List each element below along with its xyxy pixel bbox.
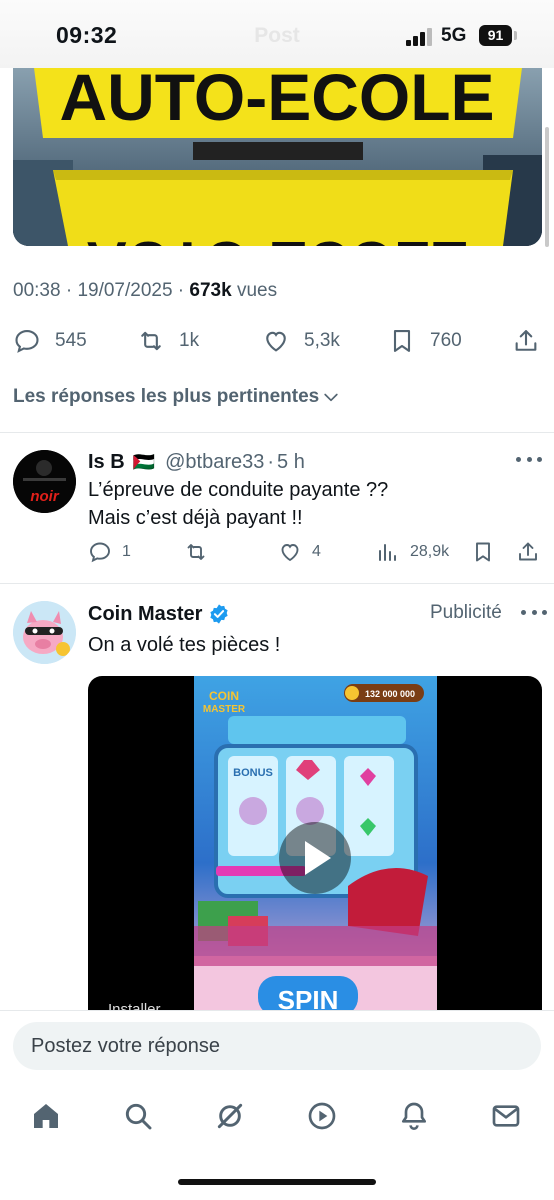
share-icon [515, 330, 537, 351]
battery-tip [514, 31, 517, 40]
repost-count: 1k [179, 330, 200, 351]
reply-header: Is B 🇵🇸 @btbare33 · 5 h [88, 450, 305, 474]
ad-label: Publicité [430, 602, 502, 623]
home-indicator[interactable] [178, 1179, 376, 1185]
views-count: 673k [189, 280, 232, 301]
coin-counter: 132 000 000 [344, 684, 424, 702]
pig-mascot-icon [13, 601, 76, 664]
post-actions: 545 1k 5,3k 760 [0, 322, 554, 360]
reply-views-count: 28,9k [410, 543, 450, 560]
bottom-navigation [0, 1090, 554, 1150]
tab-grok[interactable] [200, 1090, 260, 1142]
sort-label: Les réponses les plus pertinentes [13, 386, 320, 407]
avatar-text: noir [30, 488, 59, 505]
network-type: 5G [441, 25, 467, 46]
reply-actions: 1 4 28,9k [88, 538, 543, 566]
bookmark-count: 760 [430, 330, 462, 351]
svg-text:MASTER: MASTER [203, 704, 246, 715]
tab-home[interactable] [16, 1090, 76, 1142]
ad-header: Coin Master [88, 601, 230, 627]
svg-text:COIN: COIN [209, 689, 239, 703]
like-count: 5,3k [304, 330, 340, 351]
reply-text-line1: L’épreuve de conduite payante ?? [88, 479, 389, 501]
driving-school-sign-image: AUTO-ECOLE AUTO-ECOLE [13, 60, 542, 246]
ad-text: On a volé tes pièces ! [88, 634, 281, 656]
repost-button[interactable]: 1k [137, 322, 199, 360]
grok-icon [217, 1103, 243, 1129]
reply-share-button[interactable] [516, 538, 550, 566]
scroll-indicator[interactable] [545, 127, 549, 247]
replies-sort-dropdown[interactable]: Les réponses les plus pertinentes [13, 386, 341, 408]
tab-notifications[interactable] [384, 1090, 444, 1142]
reply-age: 5 h [277, 450, 305, 473]
heart-icon [281, 544, 299, 562]
messages-icon [492, 1105, 520, 1127]
share-icon [519, 542, 537, 561]
like-button[interactable]: 5,3k [262, 322, 340, 360]
analytics-icon [379, 544, 396, 561]
sign-top-text: AUTO-ECOLE [59, 60, 494, 134]
reply-button[interactable]: 545 [13, 322, 87, 360]
post-image[interactable]: AUTO-ECOLE AUTO-ECOLE [13, 60, 542, 246]
reply-icon [15, 330, 39, 353]
share-button[interactable] [512, 322, 554, 360]
verified-badge-icon [210, 604, 229, 624]
repost-icon [141, 331, 161, 351]
ad-author-name[interactable]: Coin Master [88, 603, 202, 626]
signal-icon [406, 28, 434, 46]
divider [0, 583, 554, 584]
game-preview-image: BONUS 132 000 000 COIN MASTER SPIN [194, 676, 437, 1016]
reply-bookmark-button[interactable] [471, 538, 505, 566]
tab-video[interactable] [292, 1090, 352, 1142]
reply-reply-count: 1 [122, 543, 131, 560]
status-bar: Post 09:32 5G 91 [0, 0, 554, 68]
reply-author-handle[interactable]: @btbare33 [165, 451, 264, 474]
reply-like-count: 4 [312, 543, 321, 560]
repost-icon [187, 544, 205, 560]
reply-reply-button[interactable]: 1 [88, 538, 131, 566]
reply-text: L’épreuve de conduite payante ?? Mais c’… [88, 476, 388, 532]
palestine-flag-icon: 🇵🇸 [132, 451, 156, 472]
reply-input[interactable]: Postez votre réponse [13, 1022, 541, 1070]
reply-icon [90, 542, 110, 563]
reply-count: 545 [55, 330, 87, 351]
tab-messages[interactable] [476, 1090, 536, 1142]
reply-text-line2: Mais c’est déjà payant !! [88, 507, 303, 529]
search-icon [125, 1103, 152, 1130]
home-icon [34, 1104, 58, 1128]
divider [0, 432, 554, 433]
reply-views-button[interactable]: 28,9k [376, 538, 449, 566]
coins-value: 132 000 000 [365, 689, 415, 699]
post-date: 19/07/2025 [77, 280, 173, 301]
notifications-icon [402, 1102, 426, 1130]
reply-author-name[interactable]: Is B [88, 451, 125, 474]
bookmark-icon [393, 330, 411, 352]
bookmark-button[interactable]: 760 [388, 322, 462, 360]
chevron-down-icon [324, 393, 338, 402]
avatar-graphic: noir [13, 450, 76, 513]
battery-icon: 91 [479, 25, 512, 46]
more-options-icon[interactable] [521, 610, 547, 618]
video-icon [308, 1102, 336, 1130]
tab-search[interactable] [108, 1090, 168, 1142]
bonus-text: BONUS [233, 767, 273, 779]
post-meta: 00:38 · 19/07/2025 · 673k vues [13, 280, 278, 301]
heart-icon [266, 331, 286, 352]
reply-like-button[interactable]: 4 [278, 538, 321, 566]
avatar[interactable]: noir [13, 450, 76, 513]
bookmark-icon [476, 542, 490, 562]
ad-video[interactable]: BONUS 132 000 000 COIN MASTER SPIN Insta… [88, 676, 542, 1016]
more-options-icon[interactable] [516, 457, 542, 465]
reply-repost-button[interactable] [184, 538, 218, 566]
status-time: 09:32 [56, 22, 118, 48]
ad-avatar[interactable] [13, 601, 76, 664]
views-label: vues [236, 280, 278, 301]
post-time: 00:38 [13, 280, 61, 301]
sign-bottom-text: AUTO-ECOLE [86, 229, 468, 246]
